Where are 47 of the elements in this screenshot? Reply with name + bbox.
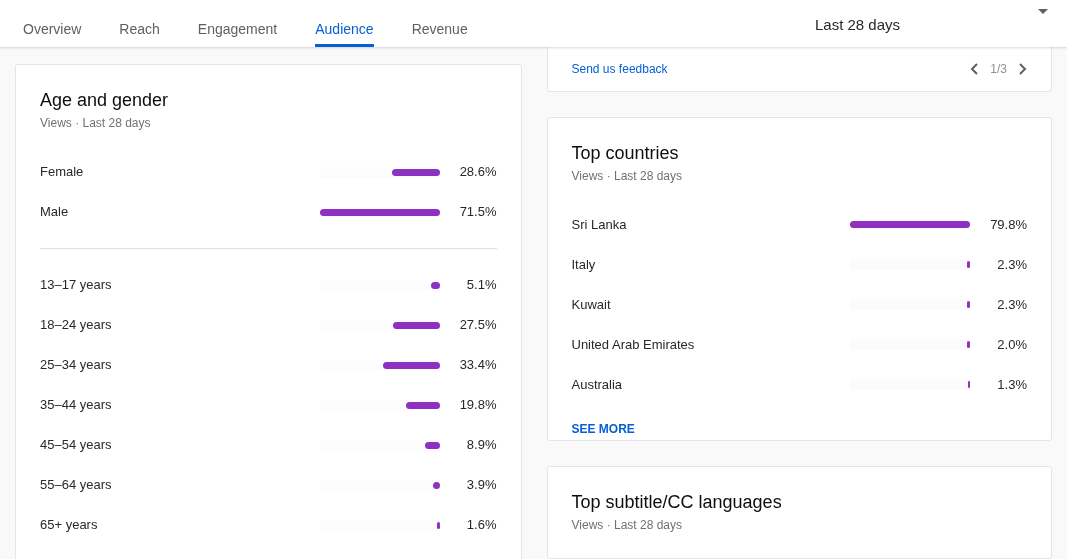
feedback-link[interactable]: Send us feedback [571, 59, 668, 78]
row-value: 79.8% [989, 215, 1027, 234]
date-range-dropdown[interactable]: Last 28 days [815, 0, 1052, 47]
see-more-button[interactable]: SEE MORE [571, 419, 635, 438]
row-value: 2.3% [996, 255, 1027, 274]
row-label: 65+ years [40, 516, 99, 535]
row-label: Sri Lanka [571, 215, 628, 234]
row-label: 18–24 years [40, 316, 113, 335]
row-value: 27.5% [458, 316, 497, 335]
page-indicator: 1/3 [990, 60, 1007, 78]
card-subtitle: Views · Last 28 days [571, 167, 683, 185]
dropdown-caret-icon [1038, 9, 1048, 14]
row-label: Italy [571, 255, 597, 274]
date-label: Last 28 days [815, 15, 902, 35]
card-subtitle: Views · Last 28 days [571, 516, 683, 534]
row-label: 45–54 years [40, 436, 113, 455]
row-value: 2.3% [996, 295, 1027, 314]
card-title: Top countries [571, 141, 680, 165]
card-subtitle: Views · Last 28 days [40, 115, 152, 132]
row-value: 5.1% [465, 276, 497, 295]
tab[interactable]: Overview [23, 0, 82, 47]
chevron-right-icon[interactable] [1019, 62, 1027, 75]
card-title: Age and gender [40, 89, 170, 112]
chevron-left-icon[interactable] [970, 62, 979, 75]
row-label: United Arab Emirates [571, 335, 696, 354]
row-value: 33.4% [458, 356, 497, 375]
row-value: 8.9% [465, 436, 497, 455]
row-label: Male [40, 203, 70, 222]
row-value: 1.3% [996, 375, 1027, 394]
tab[interactable]: Engagement [197, 0, 278, 47]
row-value: 1.6% [465, 516, 497, 535]
row-label: Kuwait [571, 295, 612, 314]
row-label: 13–17 years [40, 276, 113, 295]
tab[interactable]: Revenue [411, 0, 468, 47]
row-value: 28.6% [458, 163, 497, 182]
row-label: Australia [571, 375, 624, 394]
tab[interactable]: Reach [119, 0, 160, 47]
row-value: 71.5% [458, 203, 497, 222]
card-title: Top subtitle/CC languages [571, 490, 783, 514]
row-value: 3.9% [465, 476, 497, 495]
row-value: 2.0% [996, 335, 1027, 354]
row-label: 25–34 years [40, 356, 113, 375]
row-label: 35–44 years [40, 396, 113, 415]
row-label: 55–64 years [40, 476, 113, 495]
tab[interactable]: Audience [315, 0, 374, 47]
row-value: 19.8% [458, 396, 497, 415]
row-label: Female [40, 163, 85, 182]
